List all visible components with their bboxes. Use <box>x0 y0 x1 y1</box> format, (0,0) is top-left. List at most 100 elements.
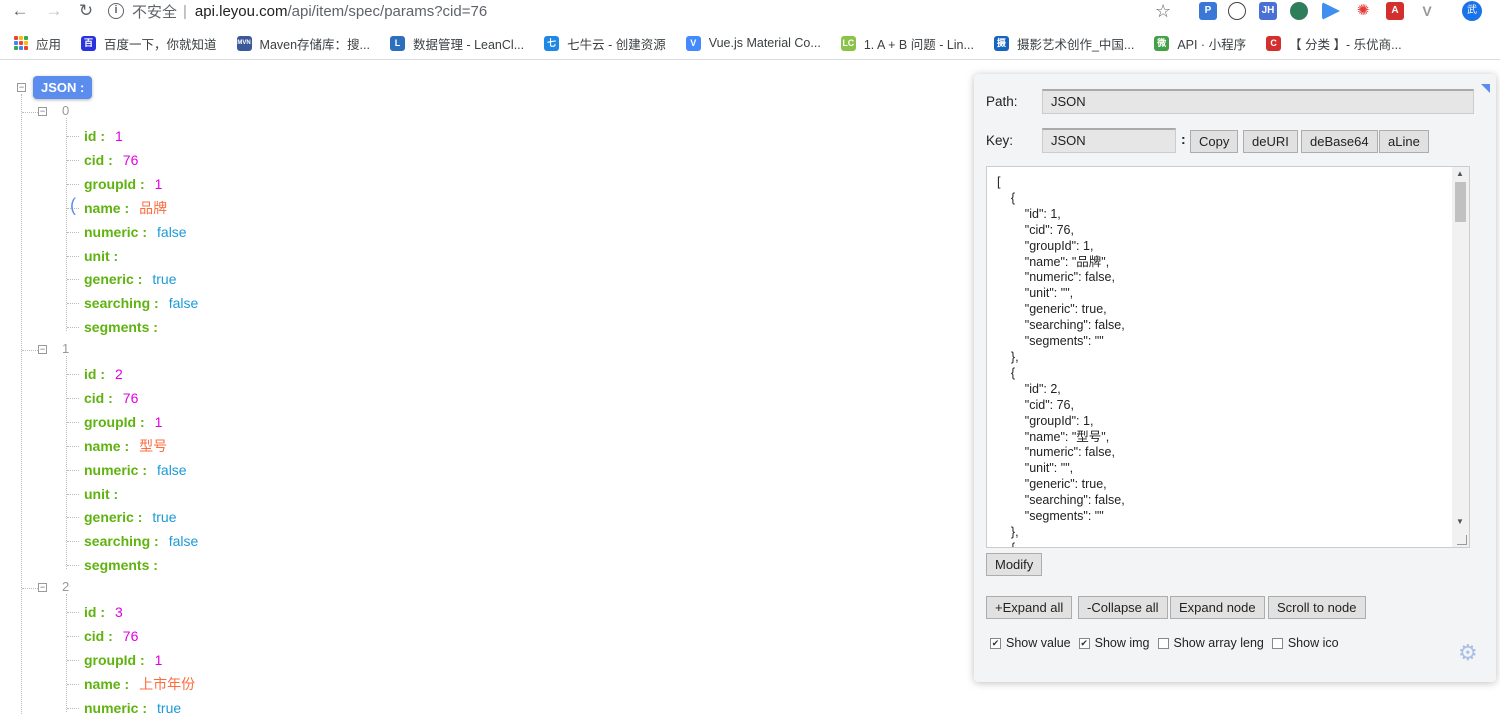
address-bar[interactable]: i 不安全 | api.leyou.com /api/item/spec/par… <box>108 0 1188 22</box>
forward-icon[interactable]: → <box>40 0 68 22</box>
bookmark-2[interactable]: MVN Maven存储库：搜... <box>236 34 370 53</box>
group-index-label[interactable]: 0 <box>62 103 69 118</box>
bookmark-4[interactable]: 七七牛云 - 创建资源 <box>544 34 666 53</box>
gear-icon[interactable]: ⚙ <box>1458 642 1480 664</box>
group-collapse-toggle[interactable]: − <box>38 583 47 592</box>
option-show-value[interactable]: ✔ Show value <box>990 636 1071 650</box>
bookmark-label: Vue.js Material Co... <box>708 36 821 50</box>
tree-item[interactable]: name : 上市年份 <box>84 674 195 694</box>
tree-item-connector <box>67 565 79 567</box>
tree-item[interactable]: searching : false <box>84 531 198 551</box>
group-index-label[interactable]: 2 <box>62 579 69 594</box>
tree-item[interactable]: groupId : 1 <box>84 650 162 670</box>
bookmark-7[interactable]: 摄摄影艺术创作_中国... <box>993 34 1134 53</box>
tree-item-key: unit : <box>84 485 119 502</box>
json-textarea[interactable]: [ { "id": 1, "cid": 76, "groupId": 1, "n… <box>986 166 1470 548</box>
insecure-label: 不安全 <box>132 3 178 21</box>
bookmark-0[interactable]: 应用 <box>14 34 61 53</box>
scroll-thumb[interactable] <box>1455 182 1466 222</box>
tree-item[interactable]: numeric : false <box>84 222 187 242</box>
tree-item[interactable]: segments : <box>84 555 168 575</box>
option-show-array-leng[interactable]: Show array leng <box>1157 636 1264 650</box>
checkbox[interactable]: ✔ <box>1078 637 1090 649</box>
resize-handle-icon[interactable] <box>1457 535 1467 545</box>
tree-group-connector <box>22 588 38 589</box>
vue-material-icon: V <box>685 35 701 51</box>
extension-v-icon[interactable]: V <box>1418 2 1436 20</box>
avatar[interactable]: 武 <box>1462 1 1482 21</box>
scroll-up-icon[interactable]: ▲ <box>1456 169 1464 178</box>
tree-item[interactable]: id : 1 <box>84 126 123 146</box>
root-collapse-toggle[interactable]: − <box>17 83 26 92</box>
tree-item[interactable]: groupId : 1 <box>84 174 162 194</box>
copy-button[interactable]: Copy <box>1190 130 1239 153</box>
option-show-img[interactable]: ✔ Show img <box>1078 636 1150 650</box>
tree-item[interactable]: cid : 76 <box>84 150 138 170</box>
group-collapse-toggle[interactable]: − <box>38 345 47 354</box>
tree-item[interactable]: segments : <box>84 317 168 337</box>
key-field[interactable]: JSON <box>1042 128 1176 153</box>
bookmark-label: Maven存储库：搜... <box>259 37 370 52</box>
debase64-button[interactable]: deBase64 <box>1301 130 1378 153</box>
scroll-down-icon[interactable]: ▼ <box>1456 517 1464 526</box>
option-show-ico[interactable]: Show ico <box>1271 636 1339 650</box>
extension-p-icon[interactable]: P <box>1199 2 1217 20</box>
tree-item-connector <box>67 303 79 305</box>
checkbox-label: Show array leng <box>1173 636 1264 650</box>
path-field[interactable]: JSON <box>1042 89 1474 114</box>
tree-item[interactable]: generic : true <box>84 507 176 527</box>
apps-grid-icon <box>14 36 28 50</box>
json-text-content[interactable]: [ { "id": 1, "cid": 76, "groupId": 1, "n… <box>997 175 1125 547</box>
group-index-label[interactable]: 1 <box>62 341 69 356</box>
expand-node-button[interactable]: Expand node <box>1170 596 1265 619</box>
checkbox[interactable]: ✔ <box>990 637 1001 649</box>
tree-item[interactable]: unit : <box>84 246 128 266</box>
tree-item[interactable]: groupId : 1 <box>84 412 162 432</box>
collapse-all-button[interactable]: -Collapse all <box>1078 596 1168 619</box>
checkbox[interactable] <box>1157 637 1169 649</box>
expand-all-button[interactable]: +Expand all <box>986 596 1073 619</box>
tree-item-value: 上市年份 <box>139 675 196 692</box>
tree-item[interactable]: generic : true <box>84 269 176 289</box>
tree-item-key: numeric : <box>84 223 148 240</box>
aline-button[interactable]: aLine <box>1379 130 1429 153</box>
tree-item[interactable]: id : 3 <box>84 602 123 622</box>
key-label: Key: <box>986 133 1014 148</box>
group-collapse-toggle[interactable]: − <box>38 107 47 116</box>
extension-play-icon[interactable] <box>1322 2 1340 20</box>
tree-item[interactable]: cid : 76 <box>84 388 138 408</box>
tree-item[interactable]: name : 型号 <box>84 436 167 456</box>
bookmark-star-icon[interactable]: ☆ <box>1155 1 1171 22</box>
root-node-label[interactable]: JSON : <box>33 76 93 99</box>
panel-corner-icon[interactable] <box>1481 84 1490 93</box>
tree-item[interactable]: numeric : false <box>84 460 187 480</box>
tree-item-value: 品牌 <box>139 199 168 216</box>
tree-item[interactable]: name : 品牌 <box>84 198 167 218</box>
extension-pdf-icon[interactable]: A <box>1386 2 1404 20</box>
modify-button[interactable]: Modify <box>986 553 1043 576</box>
bookmark-1[interactable]: 百百度一下，你就知道 <box>81 34 217 53</box>
tree-item[interactable]: unit : <box>84 484 128 504</box>
extension-clock-icon[interactable] <box>1228 2 1246 20</box>
deuri-button[interactable]: deURI <box>1243 130 1298 153</box>
tree-item-value: 76 <box>122 389 139 406</box>
scroll-to-node-button[interactable]: Scroll to node <box>1268 596 1366 619</box>
key-colon: : <box>1181 131 1186 147</box>
tree-item[interactable]: cid : 76 <box>84 626 138 646</box>
bookmark-5[interactable]: V Vue.js Material Co... <box>685 35 821 51</box>
reload-icon[interactable]: ↻ <box>72 0 100 22</box>
back-icon[interactable]: ← <box>6 0 34 22</box>
extension-globe-icon[interactable] <box>1290 2 1308 20</box>
extension-star-icon[interactable]: ✺ <box>1354 2 1372 20</box>
bookmark-6[interactable]: LC 1. A + B 问题 - Lin... <box>840 34 974 53</box>
tree-item[interactable]: searching : false <box>84 293 198 313</box>
extension-jh-icon[interactable]: JH <box>1259 2 1277 20</box>
tree-item[interactable]: numeric : true <box>84 698 181 715</box>
bookmark-3[interactable]: L 数据管理 - LeanCl... <box>389 34 524 53</box>
bookmark-9[interactable]: C 【 分类 】- 乐优商... <box>1266 34 1402 53</box>
info-icon[interactable]: i <box>108 3 124 19</box>
bookmark-8[interactable]: 微 API · 小程序 <box>1154 34 1246 53</box>
tree-item[interactable]: id : 2 <box>84 364 123 384</box>
textarea-scrollbar[interactable]: ▲ ▼ <box>1452 167 1469 547</box>
checkbox[interactable] <box>1271 637 1283 649</box>
